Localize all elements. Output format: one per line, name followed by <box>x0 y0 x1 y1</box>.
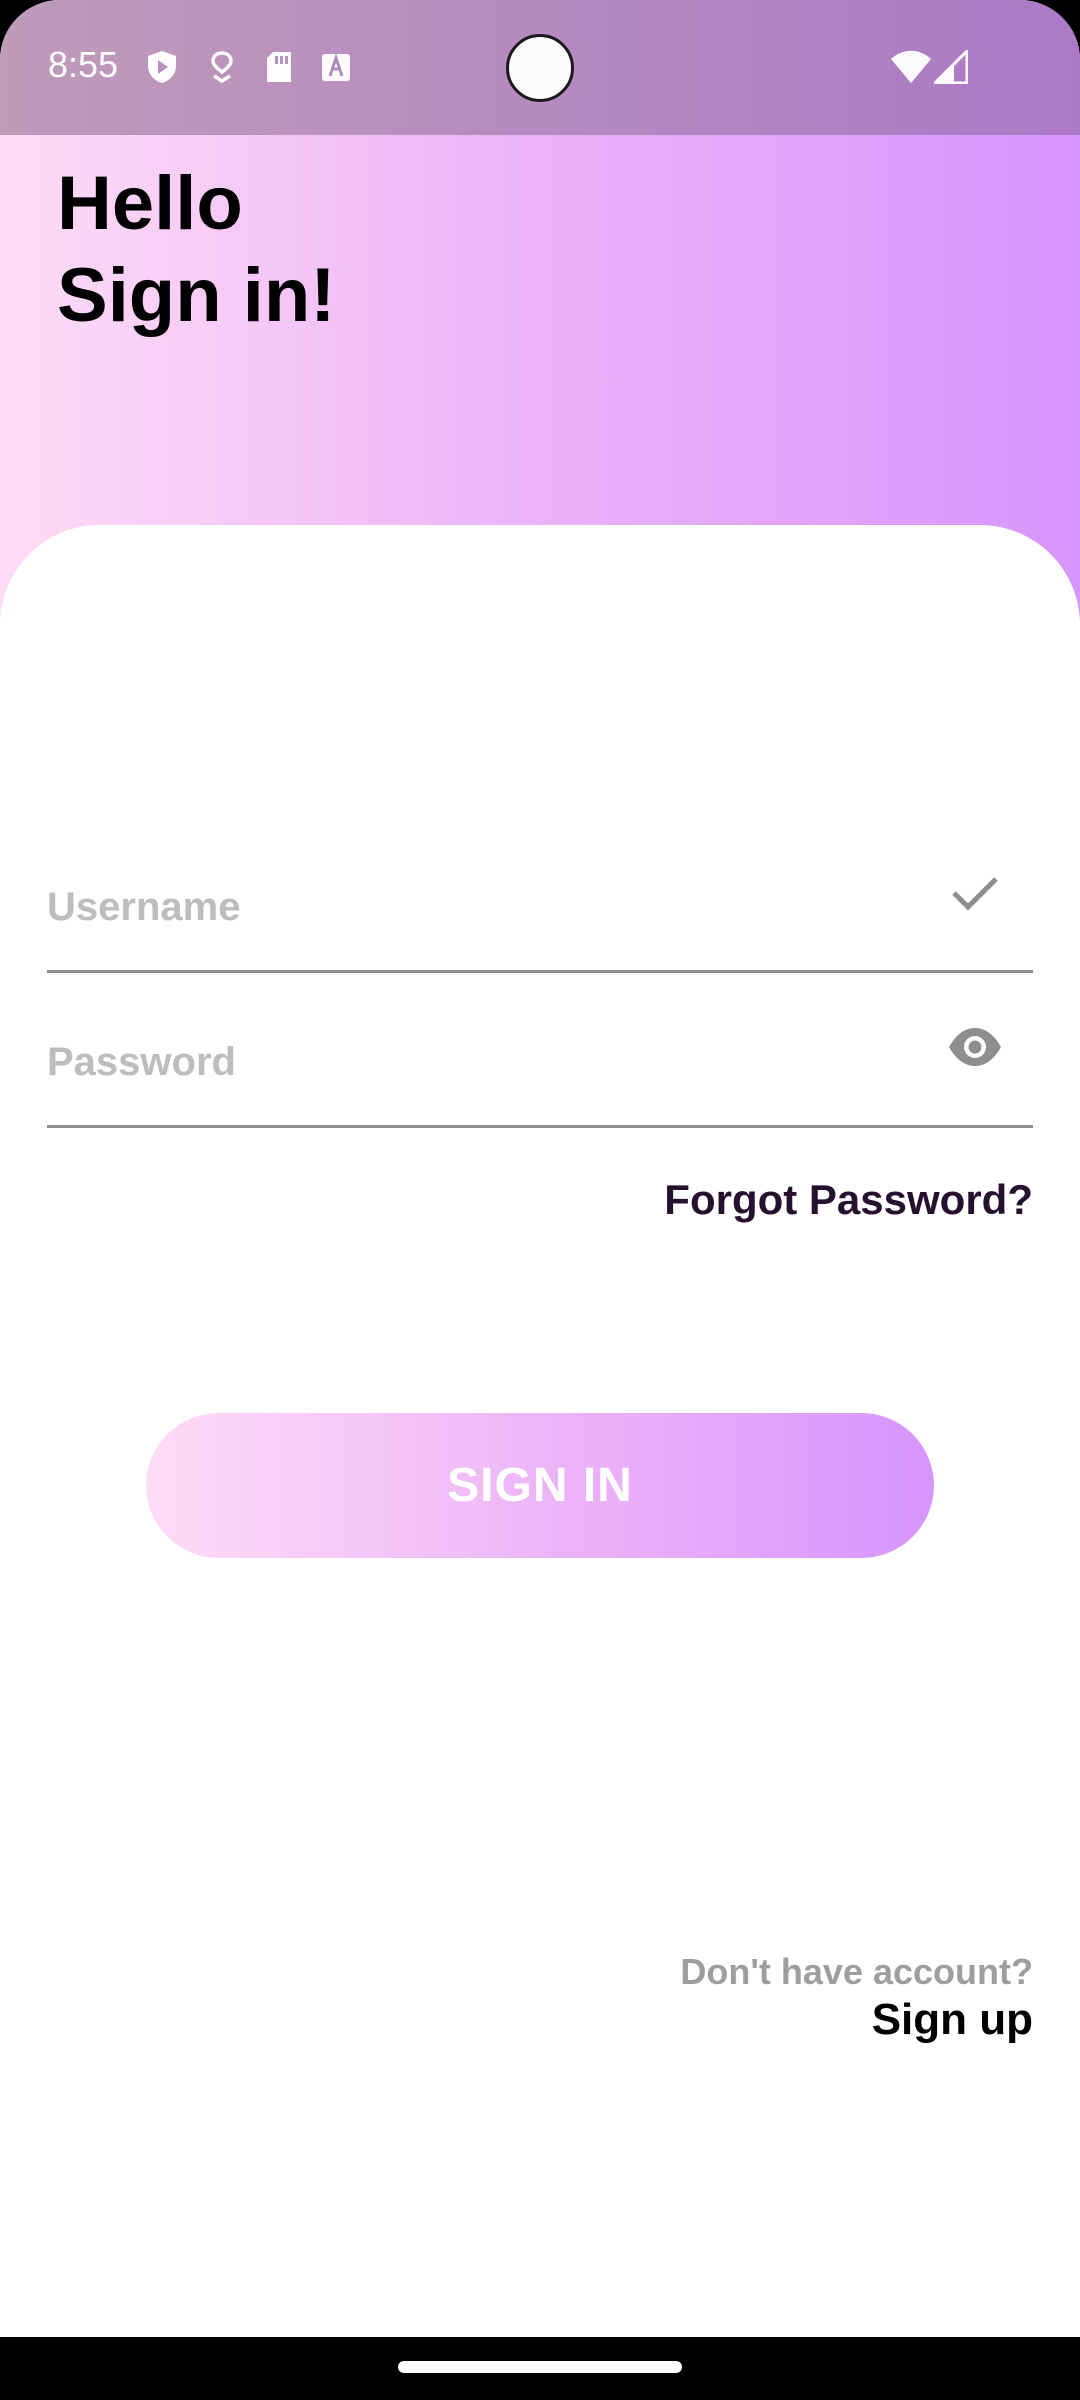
navigation-bar <box>0 2337 1080 2400</box>
eye-icon[interactable] <box>947 1019 1003 1075</box>
sd-card-icon <box>267 52 291 82</box>
forgot-password-link[interactable]: Forgot Password? <box>664 1176 1033 1224</box>
text-a-icon <box>322 53 350 81</box>
app-screen: 8:55 Hello Sign in! Username Forgot Pass… <box>0 0 1080 2337</box>
sign-in-label: SIGN IN <box>447 1459 633 1512</box>
password-field <box>47 1025 1033 1128</box>
sign-in-button[interactable]: SIGN IN <box>146 1413 934 1558</box>
username-input[interactable] <box>47 885 907 930</box>
home-gesture-handle[interactable] <box>398 2361 682 2373</box>
username-field <box>47 870 1033 973</box>
status-time: 8:55 <box>48 44 119 85</box>
front-camera <box>506 34 574 102</box>
greeting-line-signin: Sign in! <box>57 253 336 338</box>
password-input[interactable] <box>47 1040 907 1085</box>
sign-up-link[interactable]: Sign up <box>872 1995 1033 2045</box>
greeting-line-hello: Hello <box>57 161 243 246</box>
no-account-text: Don't have account? <box>680 1951 1033 1992</box>
location-icon <box>211 51 233 84</box>
status-bar: 8:55 <box>0 0 1080 135</box>
check-icon <box>952 877 998 911</box>
signal-icon <box>934 50 968 84</box>
wifi-icon <box>891 50 931 83</box>
shield-icon <box>148 51 176 83</box>
greeting-title: Hello Sign in! <box>57 158 336 342</box>
